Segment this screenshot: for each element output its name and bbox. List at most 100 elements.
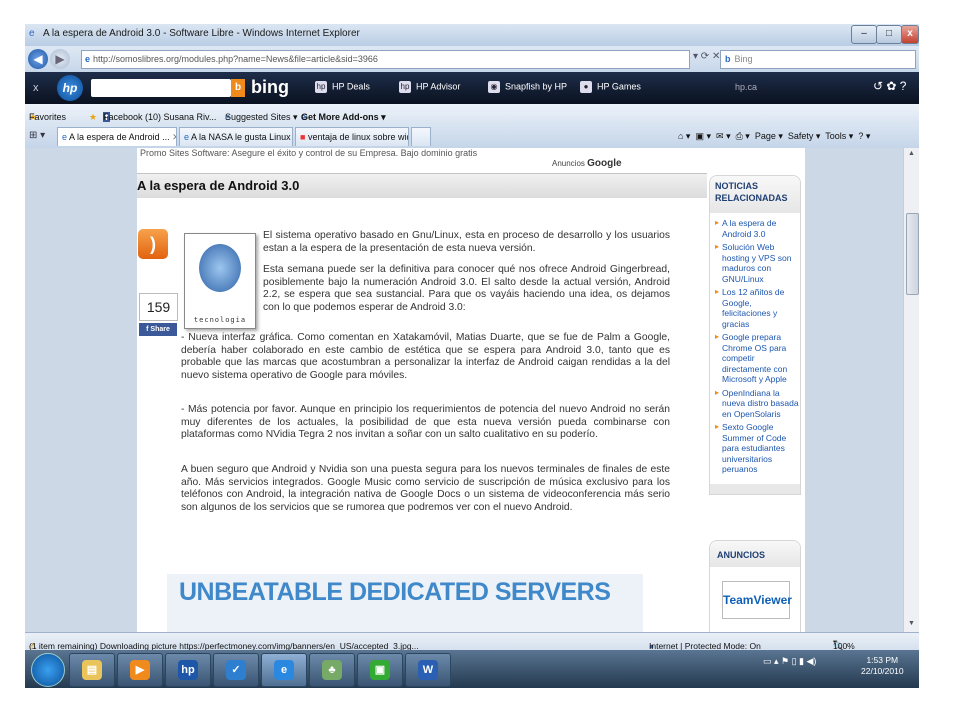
- teamviewer-ad[interactable]: TeamViewer: [722, 581, 792, 619]
- article-paragraph: El sistema operativo basado en Gnu/Linux…: [263, 230, 670, 254]
- help-icon[interactable]: ? ▾: [858, 131, 870, 141]
- tab-linux[interactable]: ■ ventaja de linux sobre wid...: [295, 127, 409, 146]
- anuncios-box: ANUNCIOS TeamViewer: [709, 540, 801, 632]
- related-news-link[interactable]: Solución Web hosting y VPS son maduros c…: [715, 242, 801, 284]
- forward-button[interactable]: ▶: [50, 49, 70, 69]
- rss-icon[interactable]: ): [138, 229, 168, 259]
- article-title: A la espera de Android 3.0: [137, 178, 300, 193]
- close-button[interactable]: x: [901, 25, 919, 44]
- hp-games-button[interactable]: ● HP Games: [580, 81, 641, 93]
- camera-icon: ◉: [488, 81, 500, 93]
- tab-bar: ⊞ ▾ e A la espera de Android ... ✕ e A l…: [25, 124, 919, 148]
- sidebar-footer: [710, 484, 800, 494]
- start-button-icon[interactable]: [31, 653, 65, 687]
- ie-icon: e: [29, 28, 35, 39]
- taskbar-explorer[interactable]: ▤: [69, 653, 115, 687]
- green-app-icon: ▣: [370, 660, 390, 680]
- article-page: Promo Sites Software: Asegure el éxito y…: [137, 148, 805, 632]
- back-button[interactable]: ◀: [28, 49, 48, 69]
- taskbar-ie[interactable]: e: [261, 653, 307, 687]
- hp-deals-button[interactable]: hp HP Deals: [315, 81, 370, 93]
- clock-time: 1:53 PM: [866, 655, 899, 665]
- taskbar-app[interactable]: ✓: [213, 653, 259, 687]
- status-bar: ⚠ (1 item remaining) Downloading picture…: [25, 632, 919, 651]
- facebook-share-button[interactable]: f Share: [139, 323, 177, 336]
- clock[interactable]: 1:53 PM 22/10/2010: [861, 655, 904, 677]
- word-icon: W: [418, 660, 438, 680]
- hp-search-input[interactable]: [91, 79, 231, 97]
- related-news-link[interactable]: Sexto Google Summer of Code para estudia…: [715, 422, 801, 475]
- search-placeholder: Bing: [734, 54, 753, 64]
- url-field[interactable]: e http://somoslibres.org/modules.php?name…: [81, 50, 690, 69]
- favorites-bar: ★ Favorites ★ f Facebook (10) Susana Riv…: [25, 104, 919, 124]
- games-icon: ♣: [322, 660, 342, 680]
- taskbar-games[interactable]: ♣: [309, 653, 355, 687]
- tab-nasa[interactable]: e A la NASA le gusta Linux « ...: [179, 127, 293, 146]
- hp-advisor-button[interactable]: hp HP Advisor: [399, 81, 460, 93]
- mail-icon[interactable]: ✉ ▾: [716, 131, 731, 141]
- page-menu[interactable]: Page ▾: [755, 131, 783, 141]
- games-icon: ●: [580, 81, 592, 93]
- banner-text: UNBEATABLE DEDICATED SERVERS: [179, 578, 611, 606]
- anuncios-title: ANUNCIOS: [717, 550, 766, 560]
- minimize-button[interactable]: –: [851, 25, 877, 44]
- print-icon[interactable]: ⎙ ▾: [736, 131, 750, 141]
- article-paragraph: A buen seguro que Android y Nvidia son u…: [181, 464, 670, 513]
- search-input[interactable]: b Bing: [720, 50, 916, 69]
- sidebar-header: NOTICIAS RELACIONADAS: [710, 176, 800, 213]
- related-news-sidebar: NOTICIAS RELACIONADAS A la espera de And…: [709, 175, 801, 495]
- hp-toolbar: x hp b bing hp HP Deals hp HP Advisor ◉ Sna…: [25, 72, 919, 104]
- maximize-button[interactable]: □: [876, 25, 902, 44]
- taskbar-hp[interactable]: hp: [165, 653, 211, 687]
- scroll-thumb[interactable]: [906, 213, 919, 295]
- taskbar-word[interactable]: W: [405, 653, 451, 687]
- globe-hands-icon: [199, 244, 241, 292]
- feeds-icon[interactable]: ▣ ▾: [695, 131, 711, 141]
- toolbar-close-icon[interactable]: x: [33, 82, 39, 94]
- page-viewport: Promo Sites Software: Asegure el éxito y…: [25, 148, 919, 632]
- technology-image: tecnologia: [184, 233, 256, 329]
- related-news-link[interactable]: Google prepara Chrome OS para competir d…: [715, 332, 801, 385]
- hp-logo-icon: hp: [57, 75, 83, 101]
- bing-search-icon: b: [725, 54, 731, 64]
- safety-menu[interactable]: Safety ▾: [788, 131, 821, 141]
- vertical-scrollbar[interactable]: ▲ ▼: [903, 148, 919, 632]
- dedicated-servers-banner[interactable]: UNBEATABLE DEDICATED SERVERS: [167, 574, 643, 632]
- taskbar-app-green[interactable]: ▣: [357, 653, 403, 687]
- article-paragraph: Esta semana puede ser la definitiva para…: [263, 264, 670, 313]
- hp-search-button[interactable]: b: [231, 79, 245, 97]
- browser-window: e A la espera de Android 3.0 - Software …: [25, 24, 919, 688]
- related-news-link[interactable]: OpenIndiana la nueva distro basada en Op…: [715, 388, 801, 420]
- checkmark-icon: ✓: [226, 660, 246, 680]
- scroll-up-icon[interactable]: ▲: [908, 150, 915, 157]
- hp-weather: hp.ca: [735, 82, 758, 92]
- related-news-list: A la espera de Android 3.0 Solución Web …: [715, 218, 801, 478]
- new-tab-button[interactable]: [411, 127, 431, 146]
- taskbar: ▤ ▶ hp ✓ e ♣ ▣ W ▭ ▴ ⚑ ▯ ▮ ◀) 1:53 PM 22…: [25, 650, 919, 688]
- tab-close-icon[interactable]: ✕: [172, 132, 176, 142]
- refresh-stop-buttons[interactable]: ▾ ⟳ ✕: [693, 51, 720, 62]
- tab-android[interactable]: e A la espera de Android ... ✕: [57, 127, 177, 146]
- scroll-down-icon[interactable]: ▼: [908, 620, 915, 627]
- url-text: http://somoslibres.org/modules.php?name=…: [93, 54, 378, 64]
- hp-settings-icons[interactable]: ↺ ✿ ?: [873, 79, 906, 93]
- clock-date: 22/10/2010: [861, 666, 904, 676]
- snapfish-button[interactable]: ◉ Snapfish by HP: [488, 81, 567, 93]
- ie-icon: e: [62, 132, 68, 142]
- related-news-link[interactable]: Los 12 añitos de Google, felicitaciones …: [715, 287, 801, 329]
- zoom-level[interactable]: 🔍 100% ▾: [833, 637, 855, 651]
- related-news-link[interactable]: A la espera de Android 3.0: [715, 218, 801, 239]
- taskbar-media[interactable]: ▶: [117, 653, 163, 687]
- quick-tabs-icon[interactable]: ⊞ ▾: [29, 130, 45, 141]
- title-bar: e A la espera de Android 3.0 - Software …: [25, 24, 919, 46]
- article-paragraph: - Más potencia por favor. Aunque en prin…: [181, 404, 670, 440]
- top-ad-snippet[interactable]: Promo Sites Software: Asegure el éxito y…: [140, 148, 477, 158]
- system-tray[interactable]: ▭ ▴ ⚑ ▯ ▮ ◀): [763, 656, 816, 667]
- ads-by-google[interactable]: Anuncios Google: [552, 158, 622, 169]
- ie-icon: e: [274, 660, 294, 680]
- tools-menu[interactable]: Tools ▾: [825, 131, 853, 141]
- article-paragraph: - Nueva interfaz gráfica. Como comentan …: [181, 332, 670, 381]
- home-icon[interactable]: ⌂ ▾: [678, 131, 690, 141]
- page-favicon-icon: e: [85, 54, 91, 64]
- hp-deals-icon: hp: [315, 81, 327, 93]
